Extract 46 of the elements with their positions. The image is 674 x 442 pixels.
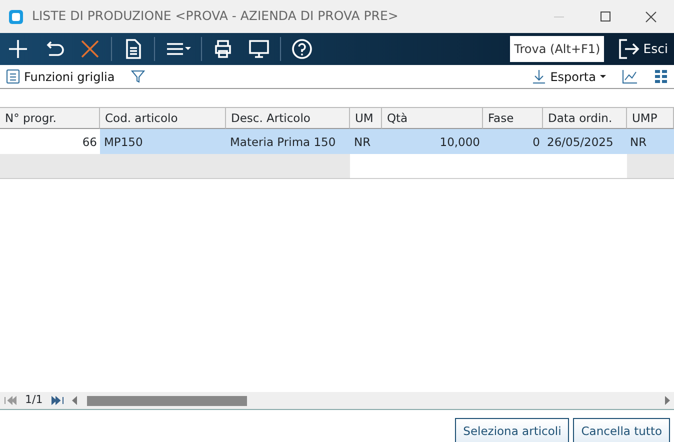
scrollbar-thumb[interactable] xyxy=(86,396,247,406)
exit-button[interactable]: Esci xyxy=(612,38,674,60)
table-cell: 0 xyxy=(483,129,543,154)
export-button[interactable]: Esporta xyxy=(532,68,606,86)
last-page-icon xyxy=(50,396,64,405)
column-header[interactable]: UMP xyxy=(627,108,674,129)
help-icon xyxy=(291,38,313,60)
print-icon xyxy=(212,38,234,60)
column-header[interactable]: Qtà xyxy=(382,108,483,129)
maximize-icon xyxy=(600,11,610,22)
table-cell: NR xyxy=(627,129,674,154)
column-header[interactable]: Fase xyxy=(483,108,543,129)
table-cell: NR xyxy=(350,129,382,154)
first-page-icon xyxy=(4,396,17,405)
column-header[interactable]: UM xyxy=(350,108,382,129)
close-icon xyxy=(645,10,657,22)
column-header[interactable]: N° progr. xyxy=(0,108,100,129)
table-cell: 26/05/2025 xyxy=(543,129,627,154)
list-icon xyxy=(6,69,20,84)
action-button[interactable]: Seleziona articoli xyxy=(455,418,570,442)
column-header[interactable]: Cod. articolo xyxy=(100,108,226,129)
filter-icon xyxy=(130,69,145,84)
column-header[interactable]: Data ordin. xyxy=(543,108,627,129)
filter-button[interactable] xyxy=(130,69,145,84)
chart-button[interactable] xyxy=(622,69,638,84)
search-button[interactable]: Trova (Alt+F1) xyxy=(510,36,604,62)
window-title: LISTE DI PRODUZIONE <PROVA - AZIENDA DI PROVA PRE> xyxy=(32,7,400,26)
table-cell: Materia Prima 150 xyxy=(226,129,350,154)
page-indicator: 1/1 xyxy=(24,392,44,408)
monitor-icon xyxy=(248,38,270,60)
grid-icon xyxy=(654,69,668,84)
right-arrow-icon xyxy=(665,396,670,405)
grid-functions-button[interactable]: Funzioni griglia xyxy=(6,68,115,86)
exit-icon xyxy=(618,38,640,60)
column-header[interactable]: Desc. Articolo xyxy=(226,108,350,129)
add-icon xyxy=(7,38,29,60)
app-logo-icon xyxy=(8,9,24,26)
action-button[interactable]: Cancella tutto xyxy=(573,418,670,442)
caret-icon xyxy=(600,75,606,78)
table-cell: 10,000 xyxy=(382,129,483,154)
delete-icon xyxy=(79,38,101,60)
line-chart-icon xyxy=(622,69,638,84)
layout-button[interactable] xyxy=(654,69,668,84)
download-icon xyxy=(532,69,546,84)
table-cell: MP150 xyxy=(100,129,226,154)
left-arrow-icon xyxy=(72,396,77,405)
